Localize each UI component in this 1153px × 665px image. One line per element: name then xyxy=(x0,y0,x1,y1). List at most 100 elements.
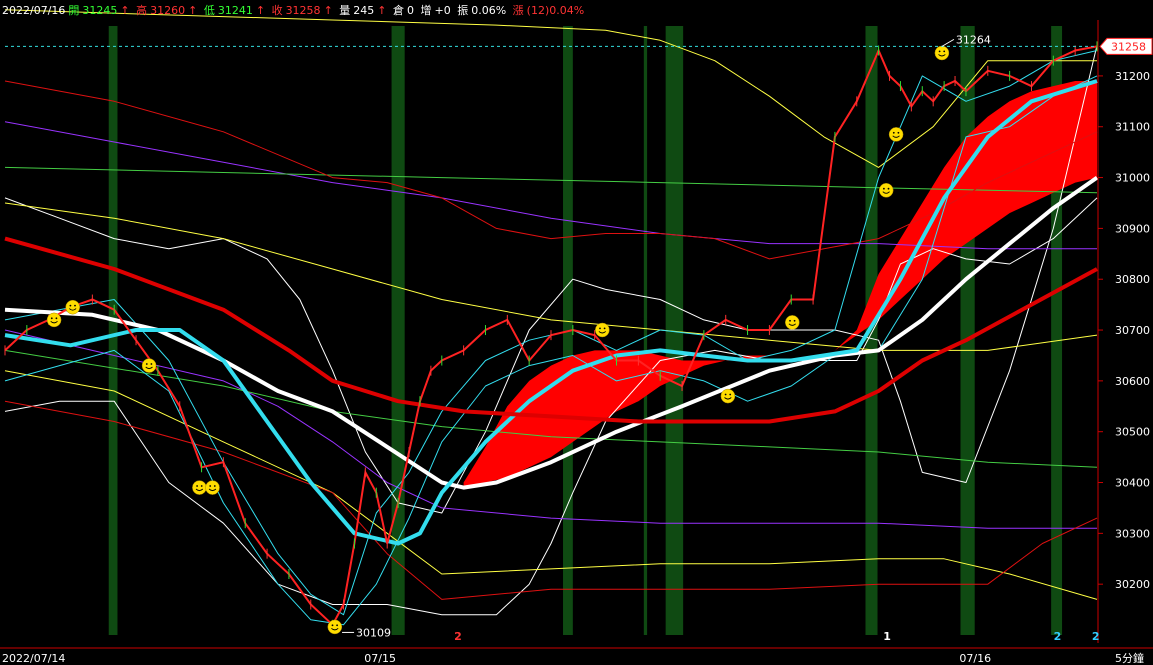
y-tick-label: 31200 xyxy=(1115,70,1150,83)
high-label: 31264 xyxy=(956,33,991,46)
close-value: 31258 xyxy=(285,4,321,17)
smiley-face xyxy=(327,619,343,635)
smiley-eye-right xyxy=(943,50,946,53)
smiley-eye-left xyxy=(599,327,601,330)
smiley-icon xyxy=(785,315,800,330)
smiley-icon xyxy=(720,388,736,404)
smiley-icon xyxy=(65,299,80,315)
y-tick-label: 31000 xyxy=(1115,172,1150,185)
open-value: 31245 xyxy=(82,4,118,17)
chg-value: (12)0.04% xyxy=(526,4,585,17)
header-date: 2022/07/16 xyxy=(2,4,66,17)
smiley-icon xyxy=(878,183,894,198)
smiley-icon xyxy=(595,322,610,338)
smiley-icon xyxy=(46,312,62,328)
x-tick-label: 07/15 xyxy=(364,652,396,665)
smiley-eye-right xyxy=(213,485,216,487)
smiley-icon xyxy=(192,480,207,495)
last-price-label: 31258 xyxy=(1111,40,1146,53)
smiley-eye-right xyxy=(793,319,796,322)
high-value: 31260 xyxy=(150,4,186,17)
close-arrow: ↑ xyxy=(323,4,333,17)
smiley-eye-right xyxy=(897,131,900,134)
pos-label: 倉 xyxy=(393,4,404,17)
y-tick-label: 30500 xyxy=(1115,426,1150,439)
smiley-eye-right xyxy=(603,327,606,330)
smiley-eye-left xyxy=(50,317,53,320)
smiley-icon xyxy=(934,45,950,61)
smiley-face xyxy=(46,312,62,328)
low-arrow: ↑ xyxy=(255,4,266,17)
moving-average-ribbon xyxy=(463,81,1098,488)
smiley-face xyxy=(595,322,610,338)
y-tick-label: 30600 xyxy=(1115,375,1150,388)
y-tick-label: 30700 xyxy=(1115,324,1150,337)
inc-value: +0 xyxy=(434,4,451,17)
y-tick-label: 30300 xyxy=(1115,527,1150,540)
vol-label: 量 xyxy=(339,4,351,17)
smiley-eye-left xyxy=(145,363,148,365)
y-tick-label: 30400 xyxy=(1115,477,1150,490)
smiley-eye-right xyxy=(887,187,890,190)
open-label: 開 xyxy=(68,4,80,17)
y-tick-label: 30900 xyxy=(1115,222,1150,235)
smiley-eye-right xyxy=(200,485,203,487)
x-tick-label: 07/16 xyxy=(959,652,991,665)
open-arrow: ↑ xyxy=(120,4,130,17)
smiley-eye-right xyxy=(55,317,58,320)
green-band-0 xyxy=(108,26,118,635)
high-arrow: ↑ xyxy=(188,4,198,17)
bottom-marker-label: 2 xyxy=(1092,630,1100,643)
smiley-eye-left xyxy=(209,485,212,487)
highlight-bands xyxy=(108,26,1063,635)
vol-value: 245 xyxy=(353,4,375,17)
smiley-eye-left xyxy=(938,50,941,53)
amp-label: 振 xyxy=(457,4,469,17)
chart-root: 30200 30300 30400 30500 30600 30700 30800 30900… xyxy=(0,0,1153,665)
smiley-eye-left xyxy=(892,131,895,134)
amp-value: 0.06% xyxy=(471,4,507,17)
smiley-eye-left xyxy=(196,485,198,487)
vol-arrow: ↑ xyxy=(377,4,387,17)
high-label: 高 xyxy=(136,4,148,17)
smiley-icon xyxy=(327,619,343,635)
smiley-face xyxy=(205,480,220,495)
smiley-face xyxy=(141,358,157,373)
high-pointer xyxy=(941,38,955,47)
inc-label: 增 xyxy=(420,4,432,17)
y-tick-label: 31100 xyxy=(1115,121,1150,134)
ribbon-fill xyxy=(463,81,1098,488)
low-label: 30109 xyxy=(356,626,391,639)
bottom-marker-label: 2 xyxy=(454,630,462,643)
indicator-line-10 xyxy=(4,166,1098,194)
low-value: 31241 xyxy=(217,4,253,17)
timeframe-label: 5分鐘 xyxy=(1115,651,1144,665)
close-label: 收 xyxy=(271,4,283,17)
smiley-face xyxy=(720,388,736,404)
bottom-marker-label: 1 xyxy=(883,630,891,643)
price-axis: 30200 30300 30400 30500 30600 30700 30800 30900… xyxy=(0,20,1153,665)
x-tick-label: 2022/07/14 xyxy=(2,652,65,665)
pos-value: 0 xyxy=(407,4,414,17)
smiley-icon xyxy=(888,127,904,142)
smiley-eye-left xyxy=(789,319,791,322)
price-chart[interactable]: 30200 30300 30400 30500 30600 30700 30800 30900… xyxy=(0,0,1153,665)
smiley-face xyxy=(192,480,207,495)
smiley-face xyxy=(888,127,904,142)
smiley-eye-right xyxy=(336,624,338,627)
smiley-eye-left xyxy=(331,624,334,627)
smiley-face xyxy=(878,183,894,198)
smiley-face xyxy=(785,315,800,330)
green-band-3 xyxy=(643,26,648,635)
y-tick-label: 30800 xyxy=(1115,273,1150,286)
smiley-eye-right xyxy=(729,393,732,396)
green-band-6 xyxy=(960,26,975,635)
y-tick-label: 30200 xyxy=(1115,578,1150,591)
smiley-eye-left xyxy=(724,393,727,396)
indicator-line-7 xyxy=(4,9,1097,168)
quote-header: 2022/07/16 開 31245 ↑ 高 31260 ↑ 低 31241 ↑ 收 31258… xyxy=(2,3,587,19)
smiley-eye-right xyxy=(150,363,153,365)
smiley-eye-left xyxy=(69,304,72,307)
smiley-eye-right xyxy=(74,304,76,307)
low-label: 低 xyxy=(203,4,215,17)
